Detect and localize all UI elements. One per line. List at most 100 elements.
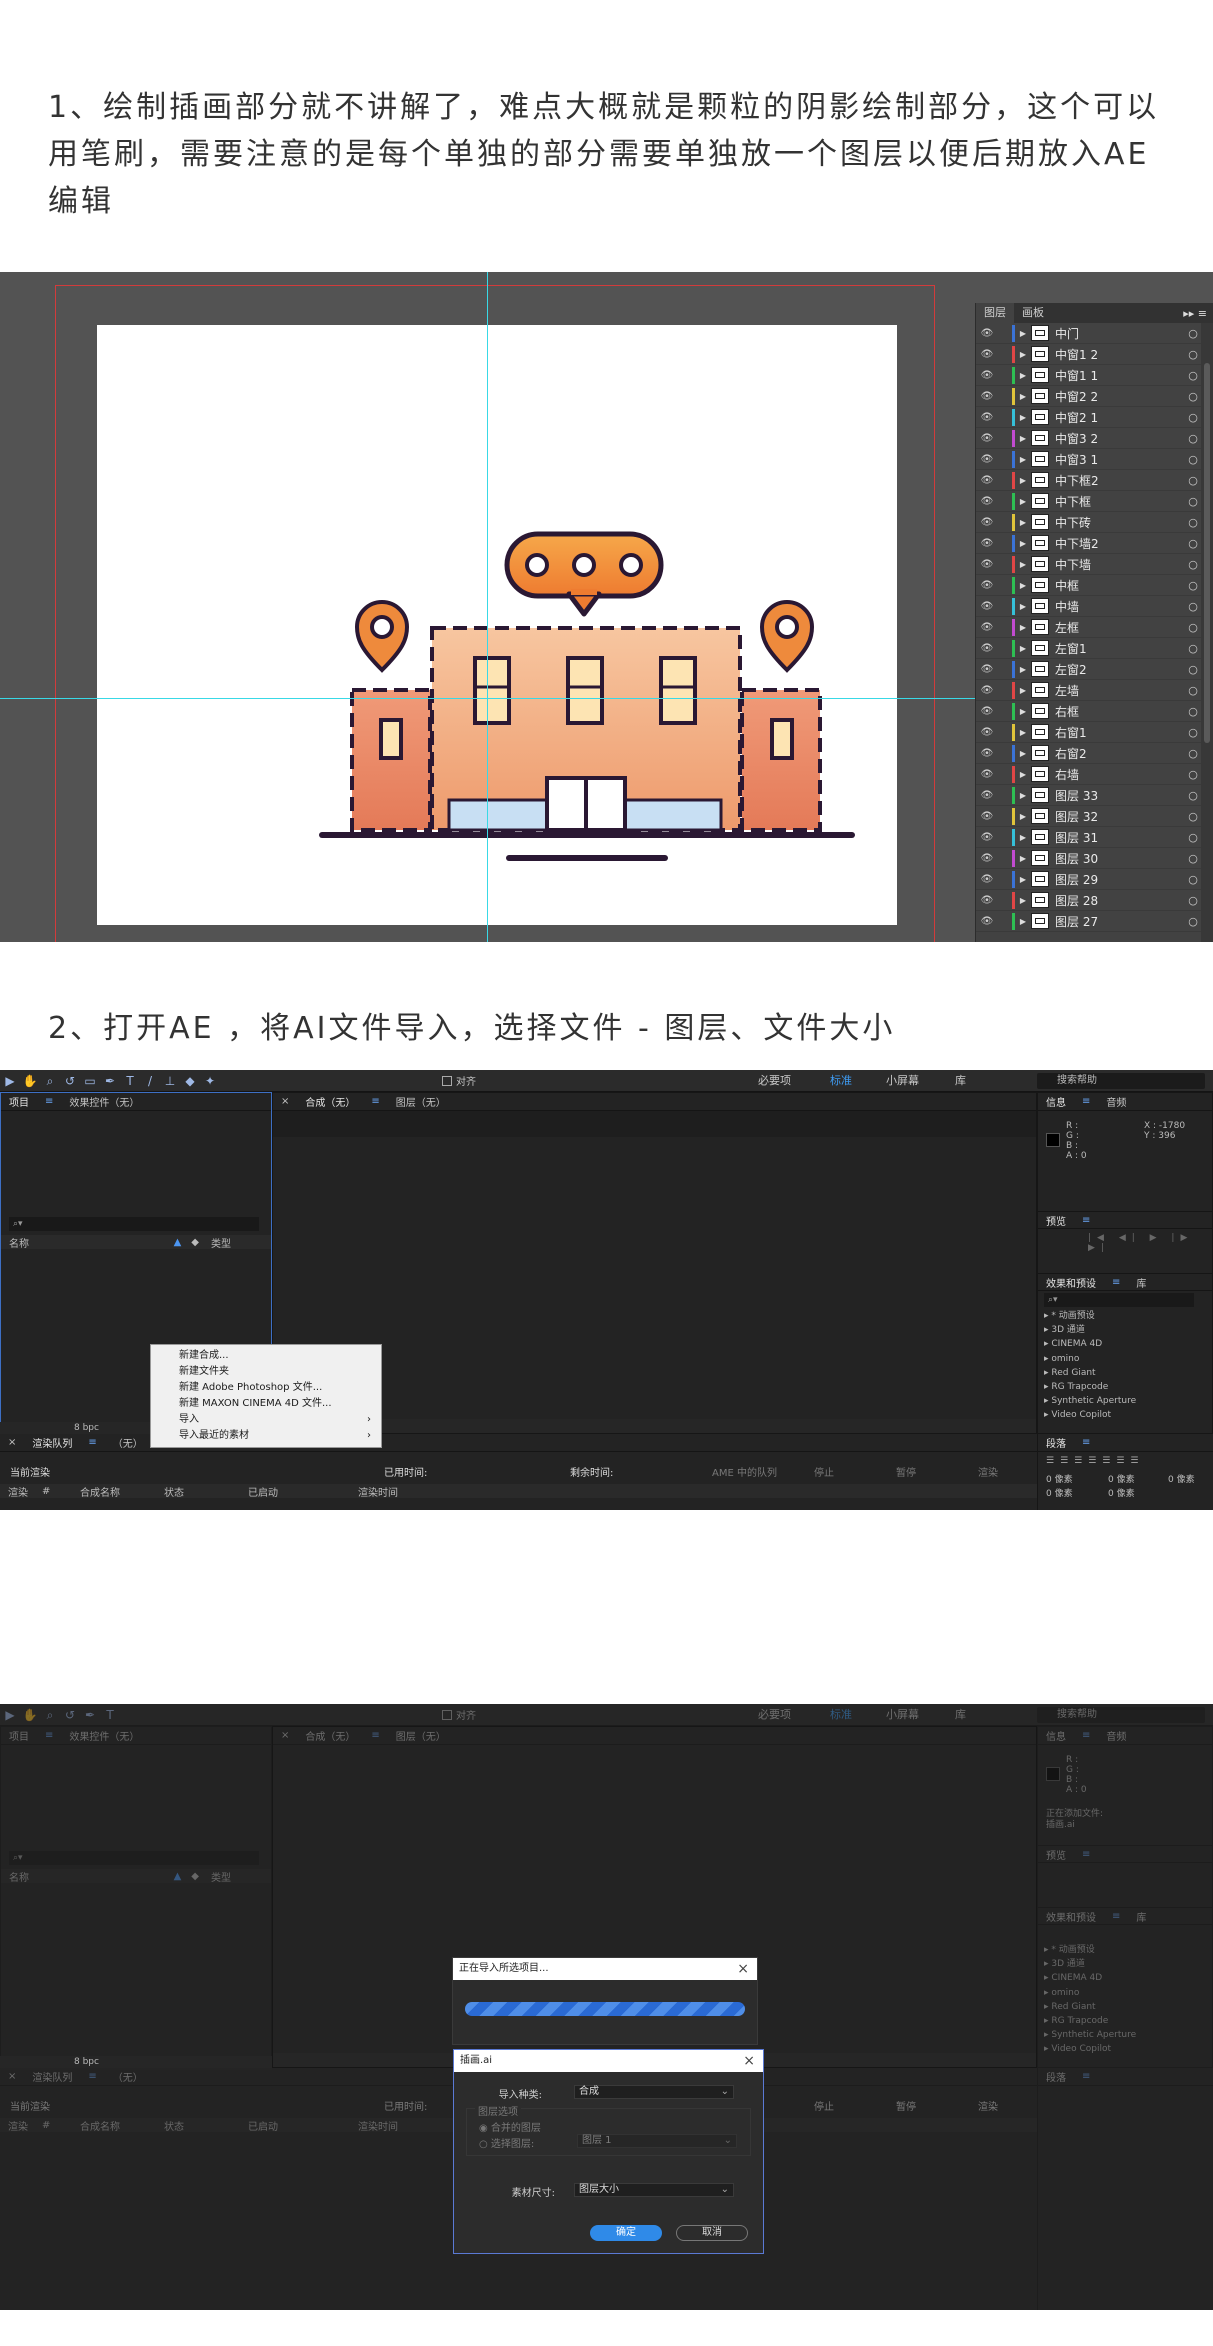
target-circle-icon[interactable]: ○ <box>1185 663 1201 676</box>
zoom-tool-icon[interactable]: ⌕ <box>42 1074 58 1088</box>
expand-triangle-icon[interactable]: ▶ <box>1015 875 1031 884</box>
expand-triangle-icon[interactable]: ▶ <box>1015 581 1031 590</box>
eye-icon[interactable]: 👁 <box>976 685 998 696</box>
merge-layers-radio[interactable]: ◉ 合并的图层 <box>479 2119 541 2134</box>
layer-row[interactable]: 👁 ▶ 中窗1 2 ○ <box>976 344 1201 365</box>
expand-triangle-icon[interactable]: ▶ <box>1015 560 1031 569</box>
tab-project[interactable]: 项目 <box>1 1094 37 1109</box>
target-circle-icon[interactable]: ○ <box>1185 894 1201 907</box>
target-circle-icon[interactable]: ○ <box>1185 516 1201 529</box>
panel-menu-icon[interactable]: ▸▸ ≡ <box>1183 307 1213 320</box>
snap-checkbox[interactable]: 对齐 <box>442 1707 476 1722</box>
layer-row[interactable]: 👁 ▶ 图层 31 ○ <box>976 827 1201 848</box>
target-circle-icon[interactable]: ○ <box>1185 810 1201 823</box>
expand-triangle-icon[interactable]: ▶ <box>1015 539 1031 548</box>
target-circle-icon[interactable]: ○ <box>1185 453 1201 466</box>
layer-row[interactable]: 👁 ▶ 图层 33 ○ <box>976 785 1201 806</box>
layer-row[interactable]: 👁 ▶ 中窗3 1 ○ <box>976 449 1201 470</box>
menu-new-photoshop-file[interactable]: 新建 Adobe Photoshop 文件... <box>151 1380 381 1396</box>
eye-icon[interactable]: 👁 <box>976 727 998 738</box>
layer-row[interactable]: 👁 ▶ 中下砖 ○ <box>976 512 1201 533</box>
tab-effects-presets[interactable]: 效果和预设 <box>1038 1275 1104 1290</box>
expand-triangle-icon[interactable]: ▶ <box>1015 371 1031 380</box>
layer-row[interactable]: 👁 ▶ 中墙 ○ <box>976 596 1201 617</box>
composition-panel[interactable]: × 合成（无） ≡ 图层（无） <box>272 1092 1037 1434</box>
hand-tool-icon[interactable]: ✋ <box>22 1708 38 1722</box>
effects-list-item[interactable]: ▸ Video Copilot <box>1044 2042 1136 2056</box>
puppet-tool-icon[interactable]: ✦ <box>202 1074 218 1088</box>
expand-triangle-icon[interactable]: ▶ <box>1015 686 1031 695</box>
eye-icon[interactable]: 👁 <box>976 706 998 717</box>
workspace-essentials[interactable]: 必要项 <box>758 1070 791 1092</box>
workspace-standard[interactable]: 标准 <box>830 1704 852 1726</box>
effects-list-item[interactable]: ▸ 3D 通道 <box>1044 1323 1136 1337</box>
menu-import-recent[interactable]: 导入最近的素材 › <box>151 1428 381 1444</box>
layer-row[interactable]: 👁 ▶ 图层 30 ○ <box>976 848 1201 869</box>
target-circle-icon[interactable]: ○ <box>1185 768 1201 781</box>
layer-row[interactable]: 👁 ▶ 中下框 ○ <box>976 491 1201 512</box>
choose-layer-select[interactable]: 图层 1 ⌄ <box>577 2134 737 2148</box>
layers-scrollbar[interactable] <box>1201 323 1213 942</box>
expand-triangle-icon[interactable]: ▶ <box>1015 791 1031 800</box>
ame-queue-button[interactable]: AME 中的队列 <box>712 1464 777 1479</box>
tab-artboards[interactable]: 画板 <box>1014 303 1052 323</box>
eye-icon[interactable]: 👁 <box>976 601 998 612</box>
layers-panel[interactable]: 图层 画板 ▸▸ ≡ 👁 ▶ 中门 ○ 👁 ▶ 中窗1 2 ○ 👁 ▶ 中窗1 1 ○ 👁 ▶ 中窗2 2 ○… <box>975 303 1213 942</box>
layer-row[interactable]: 👁 ▶ 左窗2 ○ <box>976 659 1201 680</box>
cancel-button[interactable]: 取消 <box>676 2225 748 2241</box>
expand-triangle-icon[interactable]: ▶ <box>1015 497 1031 506</box>
menu-new-cinema4d-file[interactable]: 新建 MAXON CINEMA 4D 文件... <box>151 1396 381 1412</box>
target-circle-icon[interactable]: ○ <box>1185 789 1201 802</box>
rotate-tool-icon[interactable]: ↺ <box>62 1708 78 1722</box>
expand-triangle-icon[interactable]: ▶ <box>1015 728 1031 737</box>
expand-triangle-icon[interactable]: ▶ <box>1015 455 1031 464</box>
expand-triangle-icon[interactable]: ▶ <box>1015 665 1031 674</box>
effects-list-item[interactable]: ▸ Video Copilot <box>1044 1408 1136 1422</box>
expand-triangle-icon[interactable]: ▶ <box>1015 476 1031 485</box>
target-circle-icon[interactable]: ○ <box>1185 390 1201 403</box>
expand-triangle-icon[interactable]: ▶ <box>1015 770 1031 779</box>
target-circle-icon[interactable]: ○ <box>1185 705 1201 718</box>
effects-list-item[interactable]: ▸ omino <box>1044 1352 1136 1366</box>
tab-library[interactable]: 库 <box>1128 1275 1154 1290</box>
close-icon[interactable]: × <box>737 1958 749 1980</box>
target-circle-icon[interactable]: ○ <box>1185 411 1201 424</box>
effects-list-item[interactable]: ▸ RG Trapcode <box>1044 2014 1136 2028</box>
expand-triangle-icon[interactable]: ▶ <box>1015 413 1031 422</box>
eye-icon[interactable]: 👁 <box>976 538 998 549</box>
effects-list-item[interactable]: ▸ * 动画预设 <box>1044 1309 1136 1323</box>
target-circle-icon[interactable]: ○ <box>1185 915 1201 928</box>
workspace-small-screen[interactable]: 小屏幕 <box>886 1070 919 1092</box>
workspace-small-screen[interactable]: 小屏幕 <box>886 1704 919 1726</box>
target-circle-icon[interactable]: ○ <box>1185 348 1201 361</box>
target-circle-icon[interactable]: ○ <box>1185 474 1201 487</box>
menu-import[interactable]: 导入 › <box>151 1412 381 1428</box>
layer-row[interactable]: 👁 ▶ 左墙 ○ <box>976 680 1201 701</box>
tab-effect-controls[interactable]: 效果控件（无） <box>61 1094 147 1109</box>
tab-project[interactable]: 项目 <box>1 1728 37 1743</box>
tab-paragraph[interactable]: 段落 <box>1038 1435 1074 1450</box>
choose-layer-radio[interactable]: ○ 选择图层: <box>479 2135 534 2150</box>
layer-row[interactable]: 👁 ▶ 图层 27 ○ <box>976 911 1201 932</box>
eye-icon[interactable]: 👁 <box>976 664 998 675</box>
layer-row[interactable]: 👁 ▶ 中门 ○ <box>976 323 1201 344</box>
target-circle-icon[interactable]: ○ <box>1185 747 1201 760</box>
target-circle-icon[interactable]: ○ <box>1185 432 1201 445</box>
menu-new-composition[interactable]: 新建合成... <box>151 1348 381 1364</box>
render-button[interactable]: 渲染 <box>978 1464 998 1479</box>
layer-row[interactable]: 👁 ▶ 中窗2 2 ○ <box>976 386 1201 407</box>
text-tool-icon[interactable]: T <box>102 1708 118 1722</box>
col-type[interactable]: 类型 <box>203 1235 271 1250</box>
eye-icon[interactable]: 👁 <box>976 916 998 927</box>
layer-row[interactable]: 👁 ▶ 右窗2 ○ <box>976 743 1201 764</box>
expand-triangle-icon[interactable]: ▶ <box>1015 707 1031 716</box>
eye-icon[interactable]: 👁 <box>976 874 998 885</box>
eye-icon[interactable]: 👁 <box>976 622 998 633</box>
eye-icon[interactable]: 👁 <box>976 517 998 528</box>
eye-icon[interactable]: 👁 <box>976 454 998 465</box>
help-search-input[interactable]: 搜索帮助 <box>1037 1707 1205 1723</box>
layer-row[interactable]: 👁 ▶ 中窗1 1 ○ <box>976 365 1201 386</box>
stamp-tool-icon[interactable]: ⊥ <box>162 1074 178 1088</box>
tab-effect-controls[interactable]: 效果控件（无） <box>61 1728 147 1743</box>
tab-composition[interactable]: 合成（无） <box>297 1094 363 1109</box>
